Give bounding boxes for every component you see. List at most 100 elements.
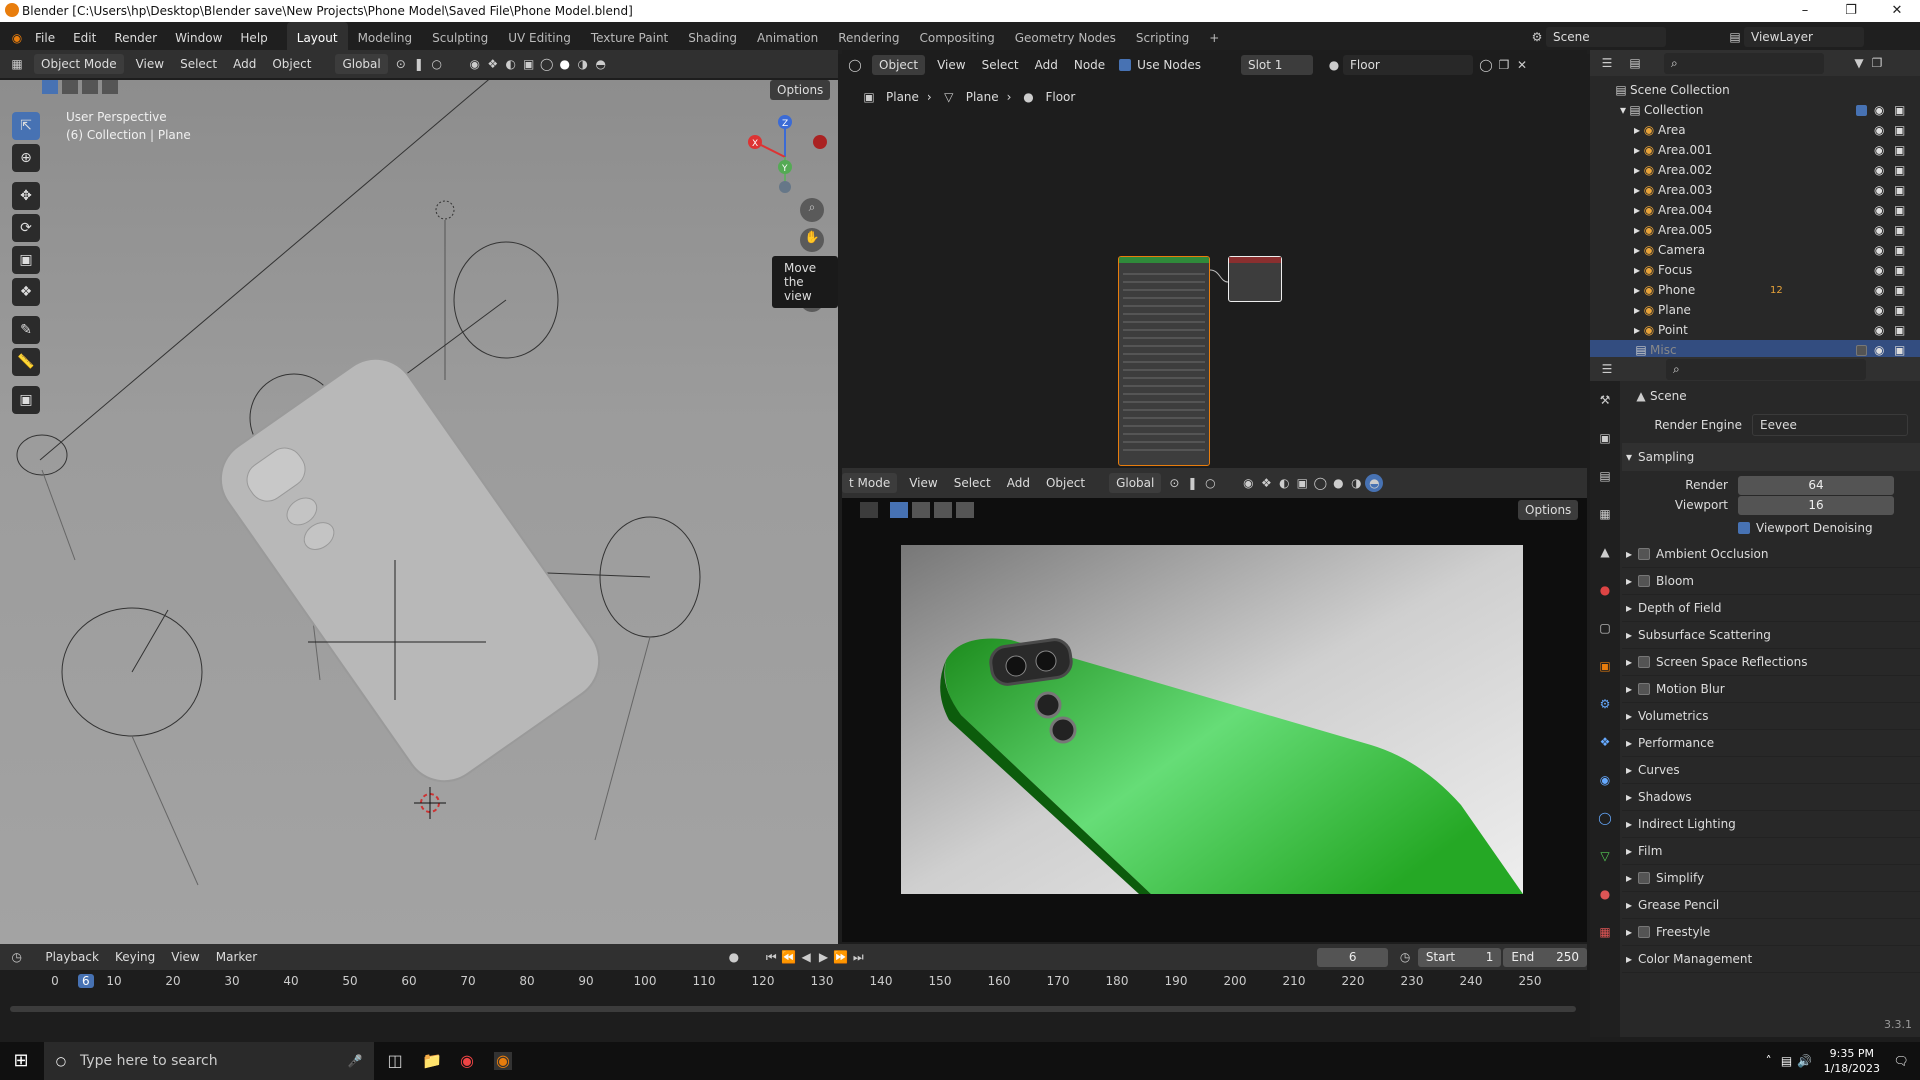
property-panel-header[interactable]: ▸ Volumetrics — [1622, 703, 1920, 730]
render-samples-field[interactable]: 64 — [1738, 475, 1894, 495]
node-menu-view[interactable]: View — [929, 58, 973, 72]
maximize-button[interactable]: ❐ — [1828, 0, 1874, 22]
camera-render-icon[interactable]: ▣ — [1894, 243, 1905, 257]
render-solid-icon[interactable]: ● — [1329, 474, 1347, 492]
object-type-select[interactable]: Object — [872, 55, 926, 75]
menu-help[interactable]: Help — [231, 31, 276, 45]
physics-tab-icon[interactable]: ◉ — [1596, 771, 1614, 789]
playback-menu[interactable]: Playback — [37, 950, 107, 964]
property-panel-header[interactable]: ▸ Shadows — [1622, 784, 1920, 811]
expand-arrow-icon[interactable]: ▸ — [1626, 763, 1632, 777]
render-orientation-select[interactable]: Global — [1109, 473, 1162, 493]
expand-arrow-icon[interactable]: ▸ — [1626, 682, 1632, 696]
windows-start-icon[interactable]: ⊞ — [12, 1052, 30, 1070]
duplicate-material-icon[interactable]: ❐ — [1495, 56, 1513, 74]
outliner-item[interactable]: ▸ ◉ Camera ◉ ▣ — [1590, 240, 1920, 260]
visibility-icon[interactable]: ◉ — [466, 55, 484, 73]
render-menu-select[interactable]: Select — [946, 476, 999, 490]
constraints-tab-icon[interactable]: ◯ — [1596, 809, 1614, 827]
render-engine-select[interactable]: Eevee — [1752, 414, 1908, 436]
render-menu-add[interactable]: Add — [999, 476, 1038, 490]
property-panel-header[interactable]: ▸ Freestyle — [1622, 919, 1920, 946]
eye-icon[interactable]: ◉ — [1874, 143, 1884, 157]
camera-render-icon[interactable]: ▣ — [1894, 103, 1905, 117]
proportional-icon[interactable]: ○ — [428, 55, 446, 73]
tool-tab-icon[interactable]: ⚒ — [1596, 391, 1614, 409]
properties-search-input[interactable]: ⌕ — [1666, 358, 1866, 380]
property-panel-header[interactable]: ▸ Performance — [1622, 730, 1920, 757]
camera-render-icon[interactable]: ▣ — [1894, 123, 1905, 137]
microphone-icon[interactable]: 🎤 — [346, 1052, 364, 1070]
gizmo-icon[interactable]: ❖ — [484, 55, 502, 73]
start-frame-field[interactable]: Start 1 — [1417, 947, 1502, 967]
camera-render-icon[interactable]: ▣ — [1894, 203, 1905, 217]
render-proportional-icon[interactable]: ○ — [1201, 474, 1219, 492]
expand-arrow-icon[interactable]: ▸ — [1626, 736, 1632, 750]
filter-icon[interactable]: ▼ — [1850, 54, 1868, 72]
render-menu-object[interactable]: Object — [1038, 476, 1093, 490]
render-select-intersect-icon[interactable] — [956, 502, 974, 518]
property-panel-header[interactable]: ▸ Ambient Occlusion — [1622, 541, 1920, 568]
viewlayer-selector[interactable]: ▤ ViewLayer — [1726, 27, 1868, 47]
eye-icon[interactable]: ◉ — [1874, 243, 1884, 257]
viewport-menu-object[interactable]: Object — [264, 57, 319, 71]
menu-render[interactable]: Render — [105, 31, 166, 45]
camera-render-icon[interactable]: ▣ — [1894, 303, 1905, 317]
slot-select[interactable]: Slot 1 — [1240, 55, 1313, 75]
world-tab-icon[interactable]: ● — [1596, 581, 1614, 599]
orientation-select[interactable]: Global — [335, 54, 388, 74]
collection-checkbox[interactable] — [1856, 104, 1867, 116]
network-icon[interactable]: ▤ — [1778, 1052, 1796, 1070]
render-select-new-icon[interactable] — [890, 502, 908, 518]
timeline-type-icon[interactable]: ◷ — [8, 948, 25, 966]
jump-keyframe-forward-icon[interactable]: ⏩ — [832, 948, 849, 966]
render-viewport[interactable]: Options — [842, 498, 1587, 942]
outliner-item[interactable]: ▸ ◉ Area.004 ◉ ▣ — [1590, 200, 1920, 220]
camera-render-icon[interactable]: ▣ — [1894, 263, 1905, 277]
chrome-icon[interactable]: ◉ — [458, 1052, 476, 1070]
solid-shading-icon[interactable]: ● — [556, 55, 574, 73]
panel-enable-checkbox[interactable] — [1638, 683, 1651, 695]
use-nodes-checkbox[interactable] — [1119, 59, 1132, 71]
render-tab-icon[interactable]: ▣ — [1596, 429, 1614, 447]
fake-user-icon[interactable]: ◯ — [1477, 56, 1495, 74]
expand-arrow-icon[interactable]: ▸ — [1626, 574, 1632, 588]
camera-render-icon[interactable]: ▣ — [1894, 223, 1905, 237]
timeline-scrollbar[interactable] — [10, 1006, 1576, 1012]
play-reverse-icon[interactable]: ◀ — [797, 948, 814, 966]
property-panel-header[interactable]: ▸ Indirect Lighting — [1622, 811, 1920, 838]
camera-render-icon[interactable]: ▣ — [1894, 143, 1905, 157]
node-menu-select[interactable]: Select — [974, 58, 1027, 72]
expand-arrow-icon[interactable]: ▸ — [1626, 871, 1632, 885]
camera-render-icon[interactable]: ▣ — [1894, 183, 1905, 197]
camera-render-icon[interactable]: ▣ — [1894, 283, 1905, 297]
expand-arrow-icon[interactable]: ▸ — [1626, 601, 1632, 615]
object-tab-icon[interactable]: ▣ — [1596, 657, 1614, 675]
viewport-menu-view[interactable]: View — [128, 57, 172, 71]
display-mode-icon[interactable]: ▤ — [1626, 54, 1644, 72]
notifications-icon[interactable]: 🗨 — [1892, 1052, 1910, 1070]
clock[interactable]: 9:35 PM 1/18/2023 — [1824, 1046, 1880, 1076]
viewport-3d[interactable]: Options User Perspective (6) Collection … — [0, 80, 838, 944]
close-button[interactable]: ✕ — [1874, 0, 1920, 22]
blender-taskbar-icon[interactable]: ◉ — [494, 1052, 512, 1070]
zoom-icon[interactable]: ⌕ — [800, 198, 824, 222]
scene-name[interactable]: Scene — [1546, 27, 1666, 47]
file-explorer-icon[interactable]: 📁 — [422, 1052, 442, 1070]
eye-icon[interactable]: ◉ — [1874, 263, 1884, 277]
expand-arrow-icon[interactable]: ▾ — [1626, 450, 1632, 464]
outliner-item[interactable]: ▸ ◉ Area.002 ◉ ▣ — [1590, 160, 1920, 180]
overlay-icon[interactable]: ◐ — [502, 55, 520, 73]
render-select-icon[interactable] — [860, 502, 878, 518]
property-panel-header[interactable]: ▸ Film — [1622, 838, 1920, 865]
node-menu-add[interactable]: Add — [1027, 58, 1066, 72]
property-panel-header[interactable]: ▸ Depth of Field — [1622, 595, 1920, 622]
outliner-item[interactable]: ▸ ◉ Area.001 ◉ ▣ — [1590, 140, 1920, 160]
render-mode-select[interactable]: t Mode — [842, 473, 898, 493]
expand-arrow-icon[interactable]: ▸ — [1626, 952, 1632, 966]
keying-menu[interactable]: Keying — [107, 950, 163, 964]
expand-arrow-icon[interactable]: ▸ — [1626, 844, 1632, 858]
jump-start-icon[interactable]: ⏮ — [763, 948, 780, 966]
outliner-item[interactable]: ▸ ◉ Point ◉ ▣ — [1590, 320, 1920, 340]
editor-type-icon[interactable]: ▦ — [8, 55, 26, 73]
